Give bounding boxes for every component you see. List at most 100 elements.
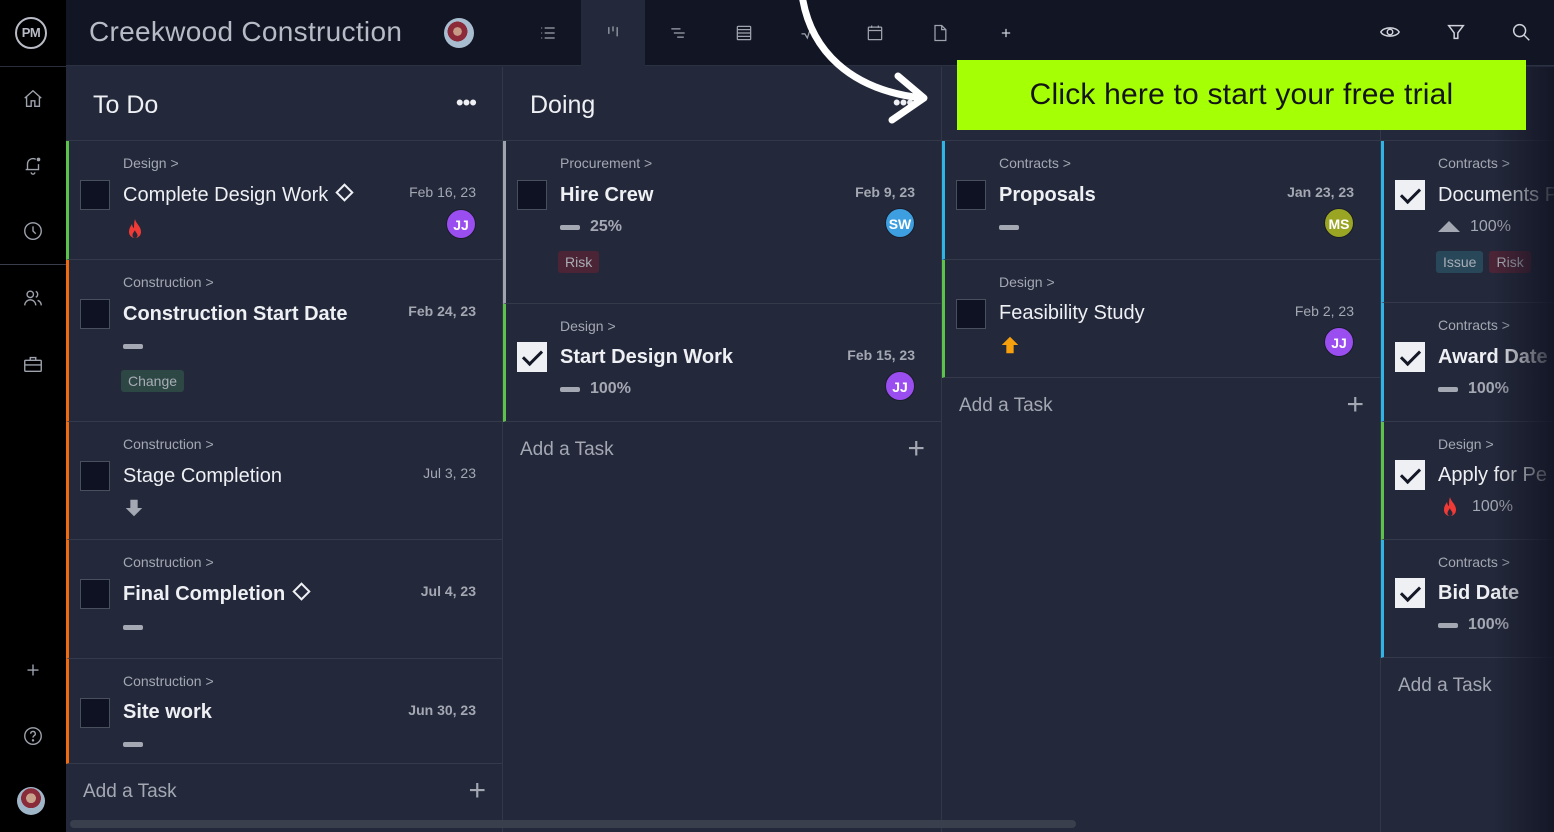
pm-logo[interactable]: PM <box>15 17 47 49</box>
calendar-view-tab[interactable] <box>843 0 907 66</box>
files-view-tab[interactable] <box>908 0 972 66</box>
filter-icon[interactable] <box>1444 20 1468 44</box>
add-view-tab[interactable] <box>974 0 1038 66</box>
task-breadcrumb[interactable]: Procurement > <box>560 155 652 171</box>
user-avatar[interactable] <box>17 787 45 815</box>
project-owner-avatar[interactable] <box>444 18 474 48</box>
gantt-view-tab[interactable] <box>646 0 710 66</box>
task-checkbox[interactable] <box>517 180 547 210</box>
eye-icon[interactable] <box>1378 20 1402 44</box>
tag-issue[interactable]: Issue <box>1436 251 1484 273</box>
task-title[interactable]: Documents P <box>1438 184 1554 207</box>
plus-icon: + <box>468 774 486 807</box>
task-checkbox[interactable] <box>80 698 110 728</box>
task-checkbox[interactable] <box>80 299 110 329</box>
list-view-tab[interactable] <box>516 0 580 66</box>
task-breadcrumb[interactable]: Contracts > <box>999 155 1071 171</box>
task-card[interactable]: Construction > Stage Completion Jul 3, 2… <box>66 422 502 540</box>
task-checkbox-checked[interactable] <box>1395 460 1425 490</box>
task-card[interactable]: Design > Complete Design Work Feb 16, 23… <box>66 141 502 260</box>
help-icon[interactable] <box>21 724 45 748</box>
add-task-button[interactable]: Add a Task <box>1381 658 1554 716</box>
task-card[interactable]: Design > Start Design Work Feb 15, 23 JJ… <box>503 304 941 422</box>
list-icon <box>541 27 555 39</box>
task-breadcrumb[interactable]: Contracts > <box>1438 155 1510 171</box>
task-checkbox-checked[interactable] <box>1395 180 1425 210</box>
task-breadcrumb[interactable]: Design > <box>1438 436 1494 452</box>
task-checkbox[interactable] <box>956 180 986 210</box>
assignee-avatar[interactable]: JJ <box>1324 327 1354 357</box>
board-view-tab[interactable] <box>581 0 645 66</box>
dashboard-view-tab[interactable] <box>777 0 841 66</box>
task-title[interactable]: Stage Completion <box>123 465 282 488</box>
task-title-text: Complete Design Work <box>123 184 329 206</box>
task-card[interactable]: Contracts > Bid Date 100% <box>1381 540 1554 658</box>
board-icon <box>608 26 618 37</box>
horizontal-scrollbar[interactable] <box>70 820 1076 828</box>
task-title[interactable]: Hire Crew <box>560 184 653 207</box>
task-checkbox[interactable] <box>80 579 110 609</box>
task-title[interactable]: Feasibility Study <box>999 302 1145 325</box>
task-checkbox-checked[interactable] <box>1395 578 1425 608</box>
briefcase-icon[interactable] <box>21 352 45 376</box>
task-title[interactable]: Complete Design Work <box>123 183 354 207</box>
task-breadcrumb[interactable]: Contracts > <box>1438 554 1510 570</box>
task-tags: Change <box>121 370 185 392</box>
add-task-button[interactable]: Add a Task + <box>942 378 1380 436</box>
task-card[interactable]: Construction > Construction Start Date F… <box>66 260 502 422</box>
task-title[interactable]: Award Date <box>1438 346 1548 369</box>
tag-risk[interactable]: Risk <box>1489 251 1531 273</box>
medium-priority-dash-icon <box>123 741 143 747</box>
task-card[interactable]: Contracts > Documents P 100% Issue Risk <box>1381 141 1554 303</box>
add-task-button[interactable]: Add a Task + <box>503 422 941 480</box>
assignee-avatar[interactable]: SW <box>885 208 915 238</box>
task-checkbox[interactable] <box>80 180 110 210</box>
task-title[interactable]: Start Design Work <box>560 346 733 369</box>
task-checkbox-checked[interactable] <box>1395 342 1425 372</box>
task-breadcrumb[interactable]: Construction > <box>123 436 214 452</box>
task-percent-complete: 100% <box>590 380 631 397</box>
clock-icon[interactable] <box>21 219 45 243</box>
task-card[interactable]: Contracts > Award Date 100% <box>1381 303 1554 422</box>
assignee-avatar[interactable]: JJ <box>885 371 915 401</box>
sheet-view-tab[interactable] <box>712 0 776 66</box>
assignee-avatar[interactable]: JJ <box>446 209 476 239</box>
team-icon[interactable] <box>21 286 45 310</box>
task-checkbox[interactable] <box>80 461 110 491</box>
assignee-avatar[interactable]: MS <box>1324 208 1354 238</box>
search-icon[interactable] <box>1509 20 1533 44</box>
task-card[interactable]: Construction > Final Completion Jul 4, 2… <box>66 540 502 659</box>
task-card[interactable]: Design > Feasibility Study Feb 2, 23 JJ <box>942 260 1380 378</box>
task-breadcrumb[interactable]: Contracts > <box>1438 317 1510 333</box>
task-card[interactable]: Contracts > Proposals Jan 23, 23 MS <box>942 141 1380 260</box>
column-menu-button[interactable]: ••• <box>893 92 914 114</box>
home-icon[interactable] <box>21 87 45 111</box>
add-icon[interactable] <box>21 658 45 682</box>
task-checkbox[interactable] <box>956 299 986 329</box>
task-card[interactable]: Design > Apply for Pe 100% <box>1381 422 1554 540</box>
add-task-button[interactable]: Add a Task + <box>66 764 502 822</box>
task-card[interactable]: Procurement > Hire Crew Feb 9, 23 SW 25%… <box>503 141 941 304</box>
task-breadcrumb[interactable]: Design > <box>999 274 1055 290</box>
free-trial-cta-button[interactable]: Click here to start your free trial <box>957 60 1526 130</box>
task-breadcrumb[interactable]: Construction > <box>123 274 214 290</box>
column-header: Doing ••• <box>503 67 941 141</box>
task-title[interactable]: Construction Start Date <box>123 303 347 326</box>
task-breadcrumb[interactable]: Design > <box>123 155 179 171</box>
task-breadcrumb[interactable]: Construction > <box>123 673 214 689</box>
task-checkbox-checked[interactable] <box>517 342 547 372</box>
task-title[interactable]: Site work <box>123 701 212 724</box>
task-breadcrumb[interactable]: Design > <box>560 318 616 334</box>
task-title[interactable]: Apply for Pe <box>1438 464 1547 487</box>
tag-change[interactable]: Change <box>121 370 185 392</box>
column-menu-button[interactable]: ••• <box>456 92 477 114</box>
task-card[interactable]: Construction > Site work Jun 30, 23 <box>66 659 502 764</box>
task-title[interactable]: Bid Date <box>1438 582 1519 605</box>
notifications-bell-icon[interactable] <box>21 153 45 177</box>
tag-risk[interactable]: Risk <box>558 251 600 273</box>
task-breadcrumb[interactable]: Construction > <box>123 554 214 570</box>
column-doing: Doing ••• Procurement > Hire Crew Feb 9,… <box>503 67 942 832</box>
task-due-date: Jun 30, 23 <box>408 702 476 718</box>
task-title[interactable]: Final Completion <box>123 582 311 606</box>
task-title[interactable]: Proposals <box>999 184 1096 207</box>
